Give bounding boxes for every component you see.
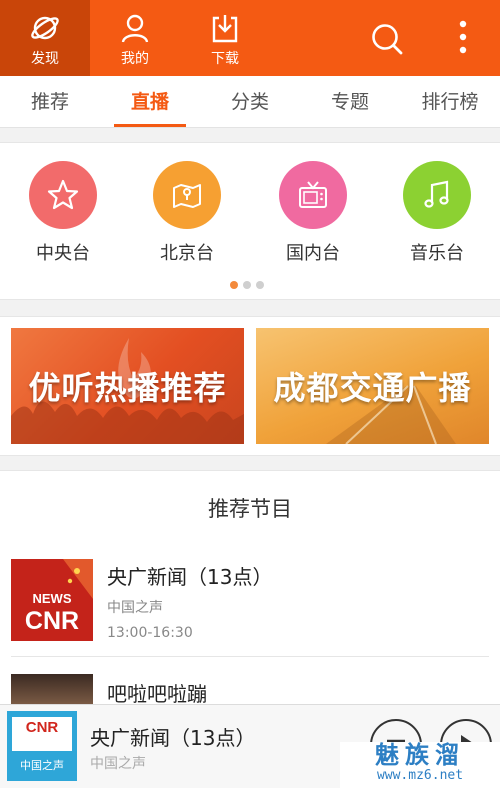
nav-mine[interactable]: 我的: [90, 0, 180, 76]
planet-icon: [31, 16, 59, 40]
channel-cctv-name: 中央台: [36, 243, 90, 264]
page-dot: [256, 281, 264, 289]
nav-discover[interactable]: 发现: [0, 0, 90, 76]
channel-music-name: 音乐台: [410, 243, 464, 264]
user-icon: [121, 14, 149, 43]
program-title: 吧啦吧啦蹦: [107, 682, 207, 706]
player-thumbnail: CNR 中国之声: [7, 711, 77, 781]
program-time: 13:00-16:30: [107, 625, 193, 641]
thumb-news-text: NEWS: [33, 591, 72, 606]
channel-beijing-circle: [153, 161, 221, 229]
program-station: 中国之声: [107, 600, 163, 616]
watermark-line2: www.mz6.net: [376, 768, 464, 783]
banner-hot-recommend[interactable]: 优听热播推荐: [11, 328, 244, 444]
list-divider: [11, 656, 489, 657]
nav-discover-label: 发现: [31, 51, 59, 67]
category-tabs: 推荐 直播 分类 专题 排行榜: [0, 76, 500, 128]
player-subtitle: 中国之声: [90, 756, 146, 772]
program-title: 央广新闻（13点）: [107, 565, 273, 589]
program-thumbnail: [11, 674, 93, 704]
channel-grid: 中央台 北京台 国内台 音乐台: [0, 142, 500, 300]
page-indicator: [230, 281, 264, 289]
search-icon[interactable]: [368, 20, 406, 58]
active-tab-indicator: [114, 124, 186, 127]
banner-row: 优听热播推荐 成都交通广播: [0, 316, 500, 456]
player-thumb-caption: 中国之声: [20, 759, 64, 772]
channel-beijing[interactable]: 北京台: [132, 161, 242, 265]
channel-domestic[interactable]: 国内台: [258, 161, 368, 265]
channel-domestic-circle: [279, 161, 347, 229]
page-dot: [243, 281, 251, 289]
nav-mine-label: 我的: [121, 51, 149, 67]
watermark: 魅族溜 www.mz6.net: [340, 742, 500, 788]
cnr-news-logo: NEWS CNR: [11, 559, 93, 641]
more-menu-icon[interactable]: [452, 18, 474, 58]
nav-download[interactable]: 下载: [180, 0, 270, 76]
channel-music-circle: [403, 161, 471, 229]
tab-topics[interactable]: 专题: [300, 76, 400, 128]
tab-ranking[interactable]: 排行榜: [400, 76, 500, 128]
top-bar: 发现 我的 下载: [0, 0, 500, 76]
cnr-logo: CNR: [25, 719, 59, 736]
nav-download-label: 下载: [211, 51, 239, 67]
tab-recommend[interactable]: 推荐: [0, 76, 100, 128]
download-icon: [212, 15, 238, 43]
recommend-title: 推荐节目: [208, 497, 292, 521]
watermark-line1: 魅族溜: [375, 741, 465, 769]
channel-music[interactable]: 音乐台: [382, 161, 492, 265]
banner-chengdu-traffic[interactable]: 成都交通广播: [256, 328, 489, 444]
player-title: 央广新闻（13点）: [90, 726, 256, 750]
channel-domestic-name: 国内台: [286, 243, 340, 264]
music-note-icon: [424, 180, 449, 208]
page-dot-active: [230, 281, 238, 289]
channel-cctv-circle: [29, 161, 97, 229]
banner-chengdu-traffic-text: 成都交通广播: [273, 369, 472, 407]
thumb-cnr-text: CNR: [25, 607, 79, 635]
star-icon: [47, 179, 79, 210]
tab-live[interactable]: 直播: [100, 76, 200, 128]
tv-icon: [299, 181, 327, 208]
channel-beijing-name: 北京台: [160, 243, 214, 264]
map-icon: [173, 184, 201, 208]
banner-hot-recommend-text: 优听热播推荐: [28, 369, 227, 407]
program-thumbnail: NEWS CNR: [11, 559, 93, 641]
tab-category[interactable]: 分类: [200, 76, 300, 128]
channel-cctv[interactable]: 中央台: [8, 161, 118, 265]
